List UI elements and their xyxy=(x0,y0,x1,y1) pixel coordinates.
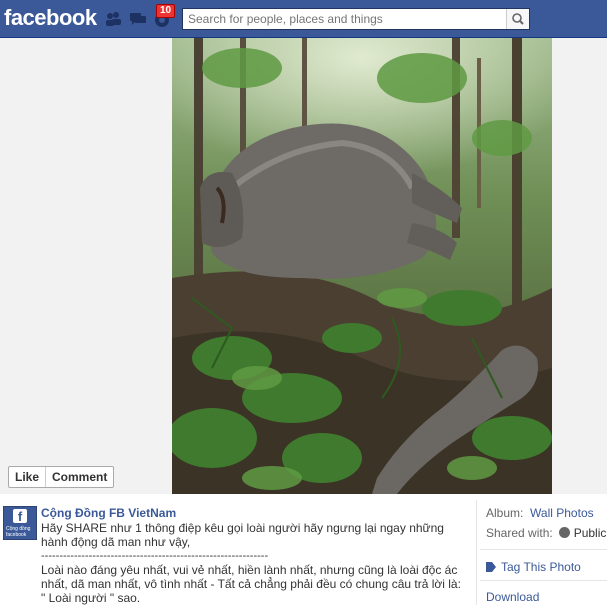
facebook-logo[interactable]: facebook xyxy=(4,5,97,31)
shared-row: Shared with: Public xyxy=(486,526,606,540)
search-icon xyxy=(512,13,524,25)
privacy-value[interactable]: Public xyxy=(574,526,607,540)
download-link[interactable]: Download xyxy=(486,590,539,604)
messages-icon[interactable] xyxy=(129,10,147,28)
shared-label: Shared with: xyxy=(486,526,553,540)
comment-button[interactable]: Comment xyxy=(46,467,113,487)
search-input[interactable] xyxy=(183,9,505,29)
elephant-photo xyxy=(172,38,552,494)
search-box xyxy=(182,8,530,30)
post-caption: Hãy SHARE như 1 thông điệp kêu gọi loài … xyxy=(41,521,461,605)
notification-count-badge: 10 xyxy=(156,4,176,18)
album-row: Album: Wall Photos xyxy=(486,506,594,520)
tag-row: Tag This Photo xyxy=(486,560,581,574)
page-avatar[interactable]: f Cộng đồng facebook xyxy=(3,506,37,540)
tag-photo-link[interactable]: Tag This Photo xyxy=(501,560,581,574)
friend-requests-icon[interactable] xyxy=(104,10,122,28)
top-bar: facebook 10 xyxy=(0,0,607,38)
caption-line-1: Hãy SHARE như 1 thông điệp kêu gọi loài … xyxy=(41,521,448,549)
photo-stage: Like Comment xyxy=(0,38,607,494)
sidebar-separator-2 xyxy=(480,580,607,581)
photo-actions: Like Comment xyxy=(8,466,115,488)
post-photo[interactable] xyxy=(172,38,552,494)
caption-separator: ----------------------------------------… xyxy=(41,550,269,562)
download-row: Download xyxy=(486,590,539,604)
search-button[interactable] xyxy=(506,9,529,29)
facebook-f-icon: f xyxy=(13,509,27,524)
sidebar-separator xyxy=(480,549,607,550)
globe-icon xyxy=(558,527,570,538)
album-link[interactable]: Wall Photos xyxy=(530,506,594,520)
sidebar-divider xyxy=(476,500,477,605)
album-label: Album: xyxy=(486,506,524,520)
like-button[interactable]: Like xyxy=(9,467,45,487)
caption-line-2: Loài nào đáng yêu nhất, vui vẻ nhất, hiề… xyxy=(41,563,465,605)
photo-details: f Cộng đồng facebook Cộng Đồng FB VietNa… xyxy=(0,494,607,605)
avatar-text: Cộng đồng facebook xyxy=(6,526,31,538)
tag-icon xyxy=(486,562,496,572)
page-name-link[interactable]: Cộng Đồng FB VietNam xyxy=(41,506,176,520)
